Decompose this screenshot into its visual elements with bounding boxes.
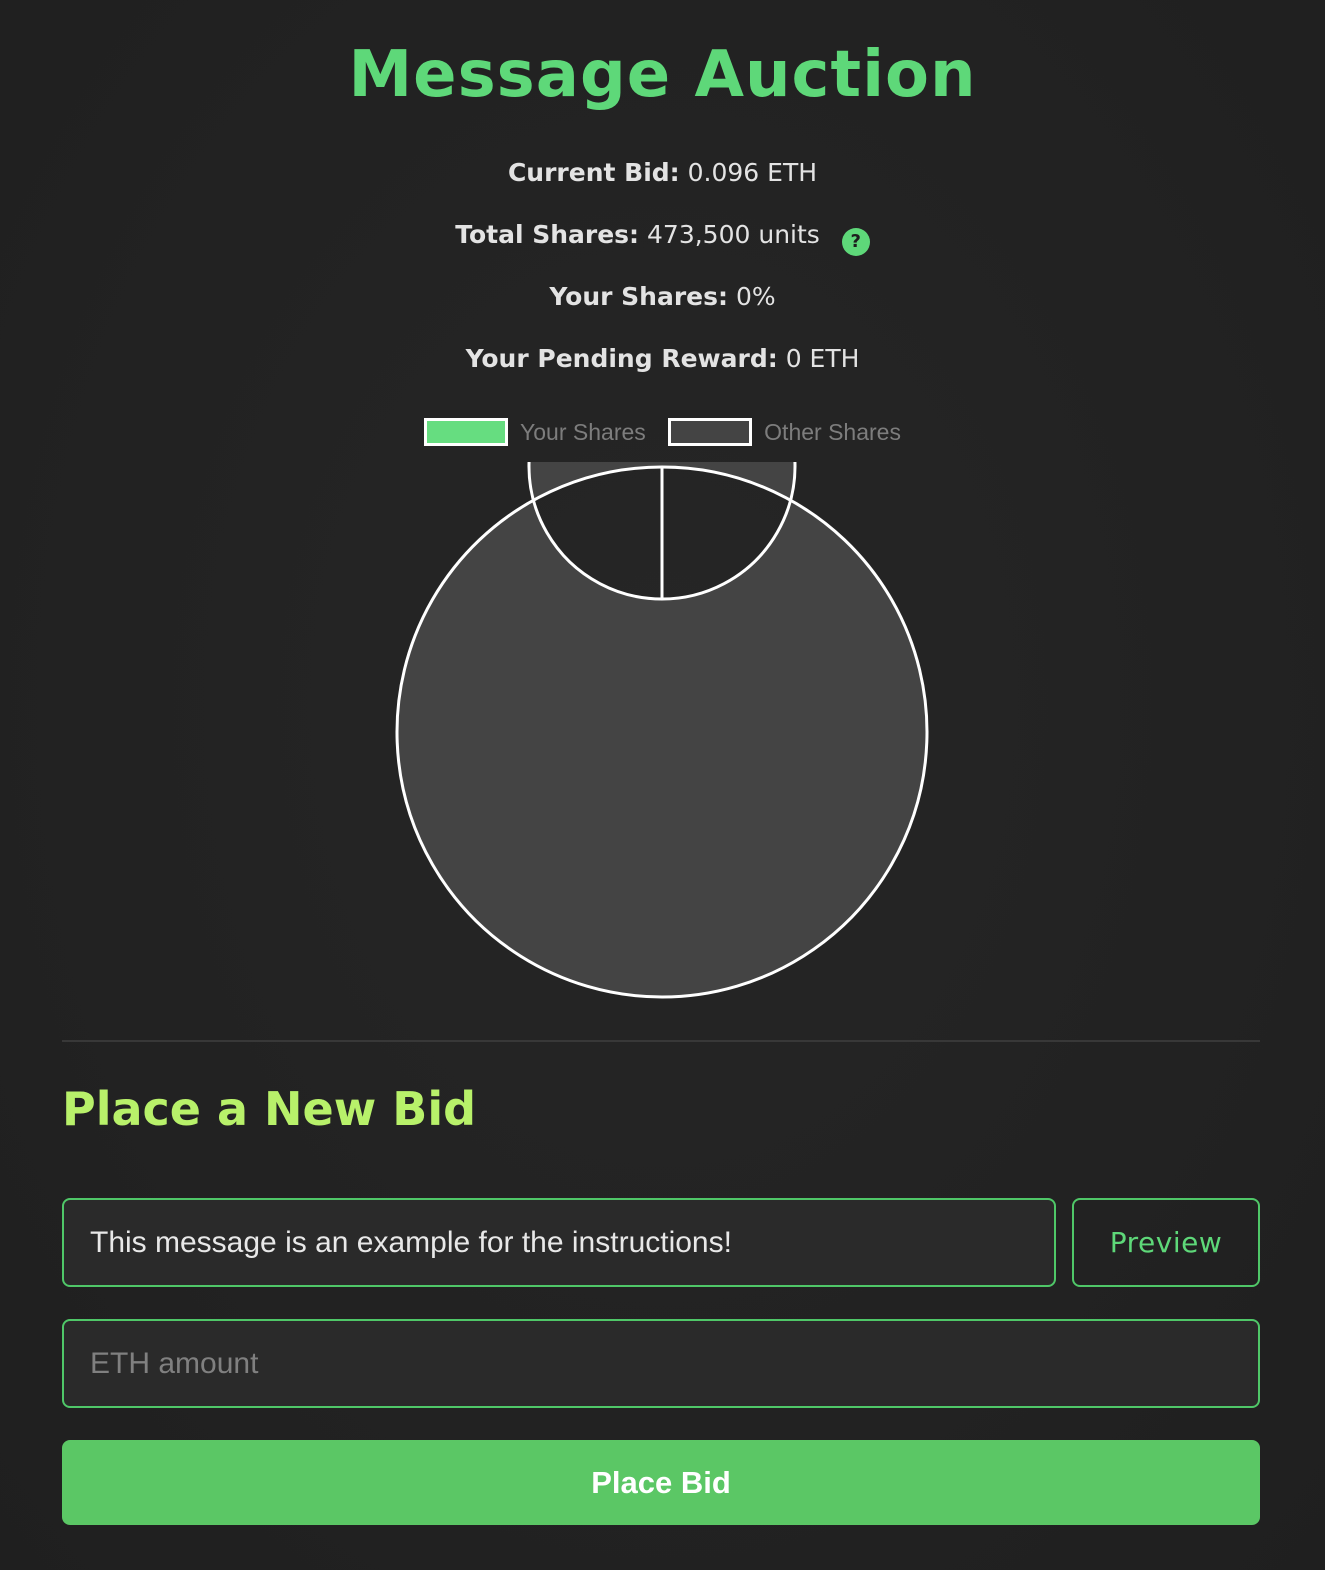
section-divider bbox=[62, 1040, 1260, 1042]
total-shares-row: Total Shares: 473,500 units ? bbox=[0, 220, 1325, 256]
legend-label-other-shares: Other Shares bbox=[764, 418, 901, 445]
current-bid-label: Current Bid: bbox=[507, 158, 680, 187]
preview-button[interactable]: Preview bbox=[1072, 1198, 1260, 1287]
message-input[interactable] bbox=[62, 1198, 1056, 1287]
bid-form-heading: Place a New Bid bbox=[62, 1082, 477, 1136]
legend-item-other-shares[interactable]: Other Shares bbox=[668, 418, 901, 446]
pending-reward-row: Your Pending Reward: 0 ETH bbox=[0, 344, 1325, 374]
pending-reward-value: 0 ETH bbox=[785, 344, 860, 373]
legend-swatch-other-shares bbox=[668, 418, 753, 446]
total-shares-value: 473,500 units bbox=[647, 220, 820, 249]
eth-amount-input[interactable] bbox=[62, 1319, 1260, 1408]
your-shares-label: Your Shares: bbox=[549, 282, 729, 311]
shares-donut-chart bbox=[395, 462, 929, 999]
place-bid-button[interactable]: Place Bid bbox=[62, 1440, 1260, 1525]
page-title: Message Auction bbox=[348, 38, 977, 112]
legend-label-your-shares: Your Shares bbox=[520, 418, 646, 445]
question-circle-icon[interactable]: ? bbox=[841, 228, 870, 256]
your-shares-value: 0% bbox=[735, 282, 776, 311]
pending-reward-label: Your Pending Reward: bbox=[465, 344, 778, 373]
your-shares-row: Your Shares: 0% bbox=[0, 282, 1325, 312]
current-bid-value: 0.096 ETH bbox=[687, 158, 818, 187]
current-bid-row: Current Bid: 0.096 ETH bbox=[0, 158, 1325, 188]
legend-item-your-shares[interactable]: Your Shares bbox=[424, 418, 646, 446]
total-shares-label: Total Shares: bbox=[455, 220, 640, 249]
chart-legend: Your Shares Other Shares bbox=[0, 418, 1325, 452]
legend-swatch-your-shares bbox=[424, 418, 509, 446]
